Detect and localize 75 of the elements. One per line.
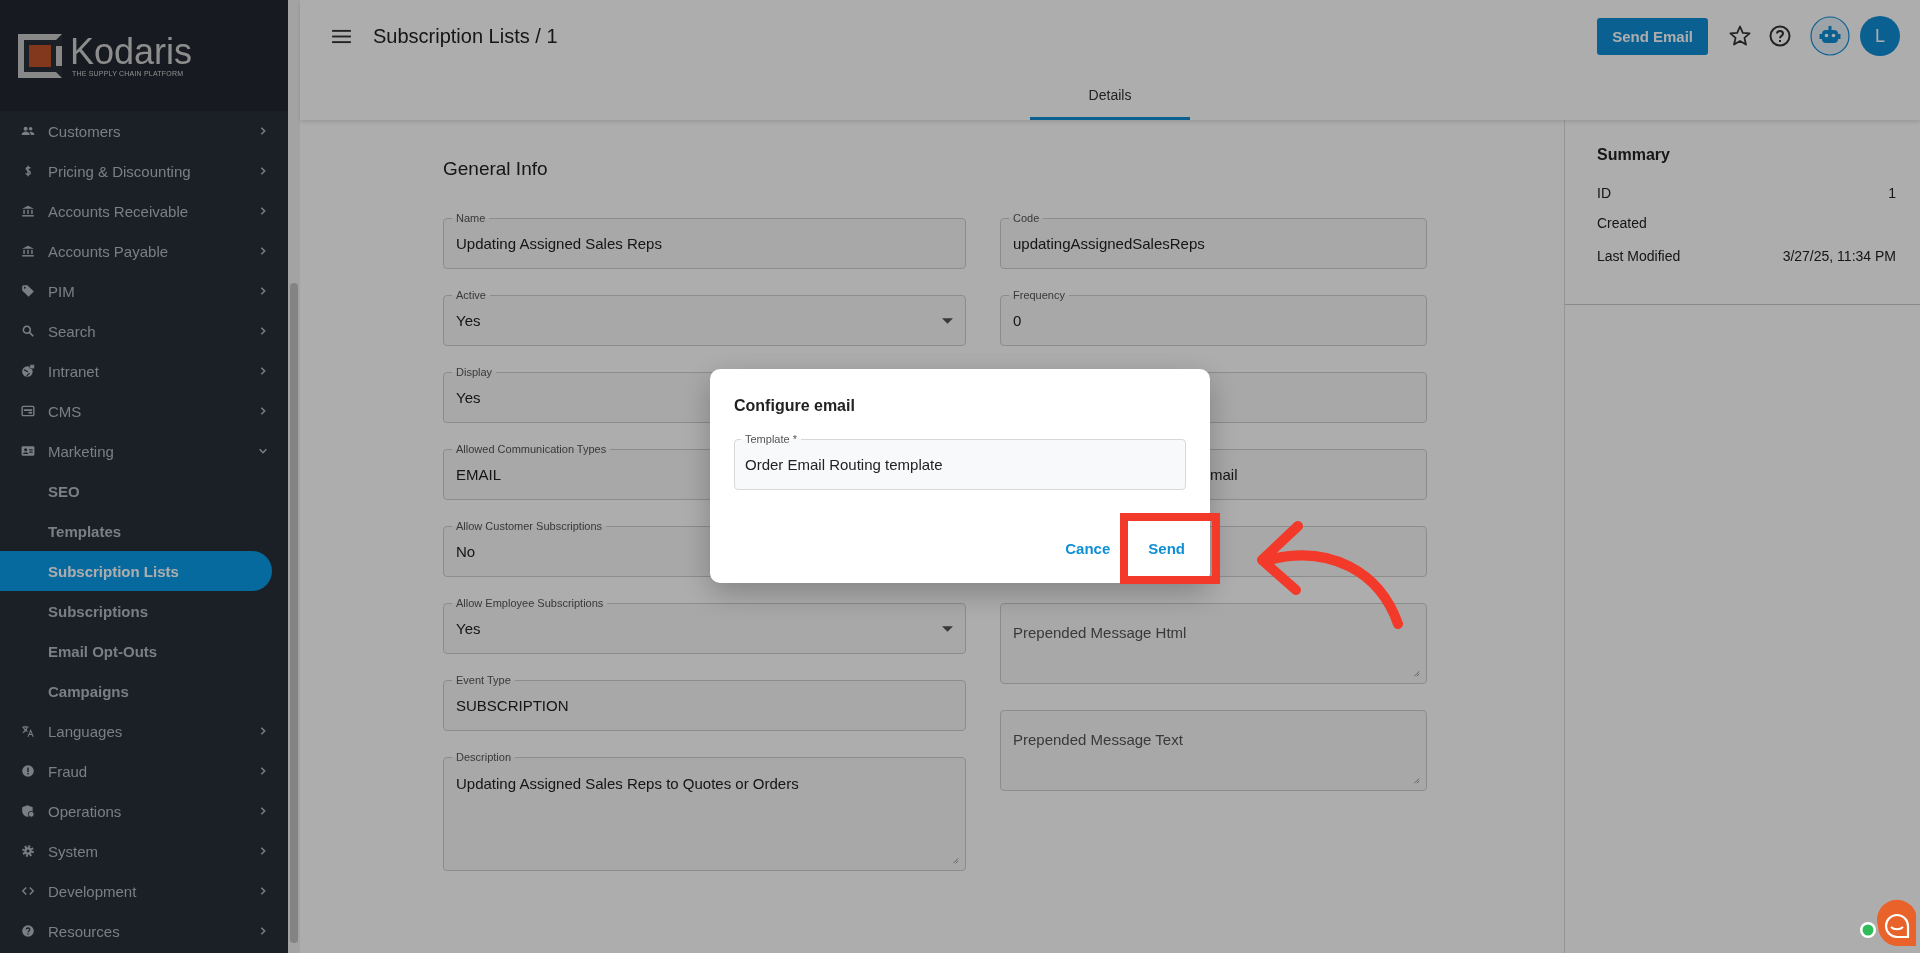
code-icon (21, 884, 35, 898)
resize-handle-icon[interactable] (951, 856, 959, 864)
robot-icon[interactable] (1810, 16, 1850, 56)
logo-icon (18, 33, 62, 78)
sidebar-subitem[interactable]: Subscription Lists (0, 551, 272, 591)
sidebar-item[interactable]: PIM (0, 271, 288, 311)
field-label: Allow Employee Subscriptions (452, 596, 608, 610)
tab[interactable]: Details (1030, 72, 1190, 120)
field-label: Name (452, 211, 490, 225)
field-label: Allowed Communication Types (452, 442, 611, 456)
resize-handle-icon[interactable] (1412, 776, 1420, 784)
sidebar-item[interactable]: Resources (0, 911, 288, 951)
sidebar-item[interactable]: CMS (0, 391, 288, 431)
modal-backdrop[interactable] (0, 0, 1920, 953)
scrollbar[interactable] (288, 0, 300, 953)
section-title: General Info (443, 158, 549, 180)
summary-value: 1 (1888, 185, 1896, 201)
sidebar-item[interactable]: Accounts Receivable (0, 191, 288, 231)
caret-icon (942, 625, 953, 632)
field-label: Allow Customer Subscriptions (452, 519, 607, 533)
globe-icon (21, 364, 35, 378)
sidebar-item[interactable]: Accounts Payable (0, 231, 288, 271)
sidebar-item[interactable]: Fraud (0, 751, 288, 791)
dialog-title: Configure email (734, 397, 856, 415)
shield-icon (21, 804, 35, 818)
field-label: Code (1009, 211, 1044, 225)
summary-title: Summary (1596, 145, 1671, 165)
field-label: Display (452, 365, 497, 379)
bank-icon (21, 244, 35, 258)
user-avatar[interactable]: L (1860, 16, 1900, 56)
sidebar-item[interactable]: Search (0, 311, 288, 351)
send-email-button[interactable]: Send Email (1597, 17, 1708, 55)
people-icon (21, 124, 35, 138)
text-area[interactable]: Prepended Message Text (1000, 710, 1427, 791)
caret-icon (942, 317, 953, 324)
menu-icon[interactable] (332, 28, 351, 44)
bank-icon (21, 204, 35, 218)
text-area[interactable]: Prepended Message Html (1000, 603, 1427, 684)
summary-label: Created (1597, 215, 1647, 231)
sidebar-item[interactable]: Intranet (0, 351, 288, 391)
field-label: Event Type (452, 673, 515, 687)
tag-icon (21, 284, 35, 298)
sidebar-item[interactable]: Marketing (0, 431, 288, 471)
sidebar-item[interactable]: Development (0, 871, 288, 911)
field-label: Active (452, 288, 490, 302)
help-icon[interactable] (1768, 24, 1792, 48)
sidebar-item[interactable]: Pricing & Discounting (0, 151, 288, 191)
settings-icon (21, 844, 35, 858)
sidebar-subitem[interactable]: SEO (0, 471, 272, 511)
translate-icon (21, 724, 35, 738)
field-label: Description (452, 750, 516, 764)
summary-label: ID (1597, 185, 1611, 201)
sidebar-subitem[interactable]: Templates (0, 511, 272, 551)
sidebar-item[interactable]: System (0, 831, 288, 871)
logo-wordmark: Kodaris (70, 34, 193, 70)
sidebar-item[interactable]: Customers (0, 111, 288, 151)
summary-value: 3/27/25, 11:34 PM (1782, 248, 1896, 264)
field-label: Template * (741, 432, 801, 446)
search-icon (21, 324, 35, 338)
cancel-button[interactable]: Cance (1063, 536, 1113, 561)
field-label: Frequency (1009, 288, 1069, 302)
sidebar-subitem[interactable]: Email Opt-Outs (0, 631, 272, 671)
id-card-icon (21, 444, 35, 458)
sidebar-subitem[interactable]: Campaigns (0, 671, 272, 711)
sidebar-subitem[interactable]: Subscriptions (0, 591, 272, 631)
star-icon[interactable] (1728, 24, 1752, 48)
summary-label: Last Modified (1597, 248, 1681, 264)
alert-icon (21, 764, 35, 778)
resize-handle-icon[interactable] (1412, 669, 1420, 677)
card-icon (21, 404, 35, 418)
help-icon (21, 924, 35, 938)
sidebar-item[interactable]: Languages (0, 711, 288, 751)
send-button[interactable]: Send (1146, 536, 1187, 561)
sidebar-item[interactable]: Operations (0, 791, 288, 831)
page-title: Subscription Lists / 1 (373, 24, 558, 48)
